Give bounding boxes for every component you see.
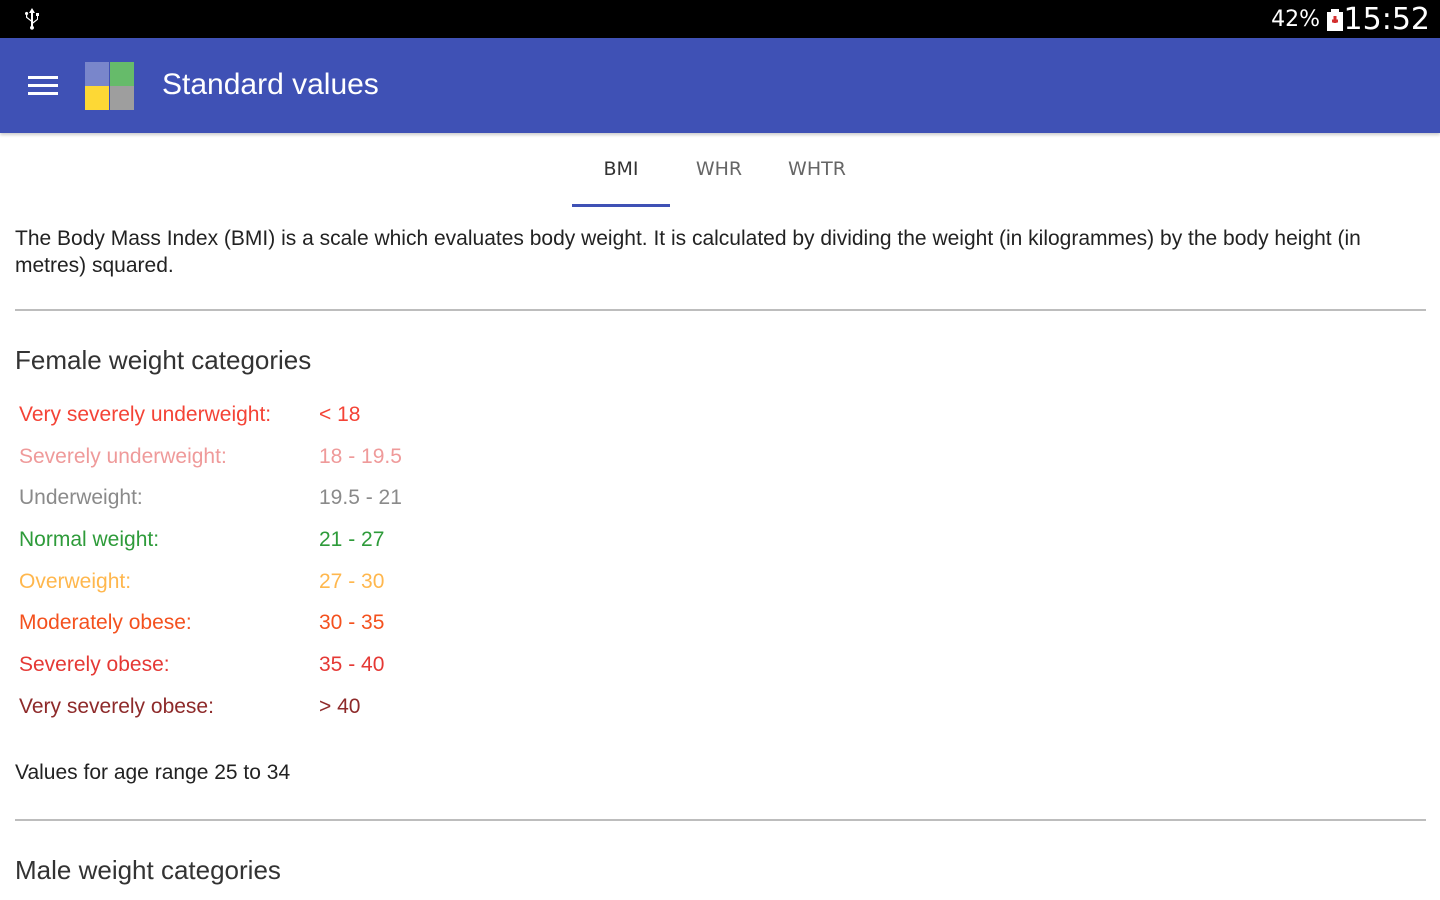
category-row: Very severely obese: > 40 <box>19 686 439 728</box>
female-section-title: Female weight categories <box>15 345 312 375</box>
category-row: Overweight: 27 - 30 <box>19 561 439 603</box>
app-logo-icon <box>85 62 134 110</box>
male-section-title: Male weight categories <box>15 855 281 885</box>
menu-icon[interactable] <box>20 68 64 104</box>
category-value: 35 - 40 <box>319 652 385 676</box>
tab-bar: BMI WHR WHTR <box>572 133 866 208</box>
tab-whr[interactable]: WHR <box>670 133 768 205</box>
tab-whtr[interactable]: WHTR <box>768 133 866 205</box>
category-row: Underweight: 19.5 - 21 <box>19 477 439 519</box>
category-value: > 40 <box>319 694 361 718</box>
category-value: 30 - 35 <box>319 611 385 635</box>
status-bar: 42% 15:52 <box>0 0 1440 38</box>
category-label: Underweight: <box>19 486 143 510</box>
category-value: 19.5 - 21 <box>319 486 402 510</box>
bmi-description: The Body Mass Index (BMI) is a scale whi… <box>15 227 1361 277</box>
category-value: 18 - 19.5 <box>319 444 402 468</box>
category-row: Very severely underweight: < 18 <box>19 394 439 436</box>
page-title: Standard values <box>162 68 379 101</box>
category-label: Severely underweight: <box>19 444 227 468</box>
category-value: 27 - 30 <box>319 569 385 593</box>
usb-icon <box>25 8 39 30</box>
category-row: Severely obese: 35 - 40 <box>19 644 439 686</box>
category-row: Moderately obese: 30 - 35 <box>19 602 439 644</box>
divider <box>15 309 1426 311</box>
category-label: Severely obese: <box>19 652 170 676</box>
category-label: Moderately obese: <box>19 611 192 635</box>
app-bar: Standard values <box>0 38 1440 133</box>
category-label: Very severely underweight: <box>19 402 272 426</box>
category-value: 21 - 27 <box>319 527 385 551</box>
battery-alert-icon <box>1327 9 1343 31</box>
category-label: Very severely obese: <box>19 694 214 718</box>
category-value: < 18 <box>319 402 361 426</box>
clock: 15:52 <box>1343 2 1430 37</box>
divider <box>15 819 1426 821</box>
tab-bmi[interactable]: BMI <box>572 133 670 207</box>
category-label: Normal weight: <box>19 527 160 551</box>
female-category-list: Very severely underweight: < 18 Severely u… <box>19 394 439 728</box>
category-row: Normal weight: 21 - 27 <box>19 519 439 561</box>
age-range-note: Values for age range 25 to 34 <box>15 761 291 784</box>
category-label: Overweight: <box>19 569 132 593</box>
battery-percentage: 42% <box>1271 7 1320 32</box>
category-row: Severely underweight: 18 - 19.5 <box>19 436 439 478</box>
